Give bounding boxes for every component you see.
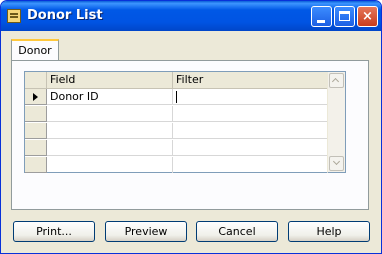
row-selector[interactable] xyxy=(25,157,47,173)
row-selector[interactable] xyxy=(25,123,47,139)
row-selector[interactable] xyxy=(25,140,47,156)
current-row-icon xyxy=(33,93,38,101)
tab-panel: Field Filter Donor ID xyxy=(11,60,369,210)
row-selector[interactable] xyxy=(25,106,47,122)
table-row[interactable] xyxy=(25,157,345,173)
cell-field[interactable] xyxy=(47,140,173,156)
tab-donor[interactable]: Donor xyxy=(11,39,59,61)
grid-header: Field Filter xyxy=(25,72,345,89)
scroll-up-icon[interactable] xyxy=(329,73,344,88)
text-caret xyxy=(176,91,177,103)
window-title: Donor List xyxy=(27,8,103,23)
cancel-button[interactable]: Cancel xyxy=(196,221,278,242)
table-row[interactable] xyxy=(25,106,345,122)
print-button[interactable]: Print... xyxy=(13,221,95,242)
donor-list-window: Donor List × Donor Field Filter Donor ID xyxy=(0,0,382,254)
minimize-icon xyxy=(317,20,325,23)
maximize-icon xyxy=(339,11,350,21)
column-header-filter[interactable]: Filter xyxy=(173,72,328,88)
maximize-button[interactable] xyxy=(334,6,355,27)
close-button[interactable]: × xyxy=(357,6,378,27)
cell-filter[interactable] xyxy=(173,106,328,122)
filter-grid: Field Filter Donor ID xyxy=(24,71,346,173)
cell-filter[interactable] xyxy=(173,157,328,173)
app-icon xyxy=(7,9,21,23)
close-icon: × xyxy=(362,9,373,24)
cell-filter[interactable] xyxy=(173,89,328,105)
vertical-scrollbar[interactable] xyxy=(327,72,345,172)
preview-button[interactable]: Preview xyxy=(105,221,187,242)
column-header-field[interactable]: Field xyxy=(47,72,173,88)
cell-field[interactable] xyxy=(47,123,173,139)
row-selector[interactable] xyxy=(25,89,47,105)
cell-filter[interactable] xyxy=(173,140,328,156)
cell-field[interactable]: Donor ID xyxy=(47,89,173,105)
table-row[interactable] xyxy=(25,140,345,156)
help-button[interactable]: Help xyxy=(288,221,370,242)
table-row[interactable]: Donor ID xyxy=(25,89,345,105)
scroll-down-icon[interactable] xyxy=(329,156,344,171)
header-corner xyxy=(25,72,47,88)
cell-filter[interactable] xyxy=(173,123,328,139)
cell-field[interactable] xyxy=(47,157,173,173)
cell-field[interactable] xyxy=(47,106,173,122)
table-row[interactable] xyxy=(25,123,345,139)
title-bar[interactable]: Donor List × xyxy=(1,1,381,31)
minimize-button[interactable] xyxy=(311,6,332,27)
